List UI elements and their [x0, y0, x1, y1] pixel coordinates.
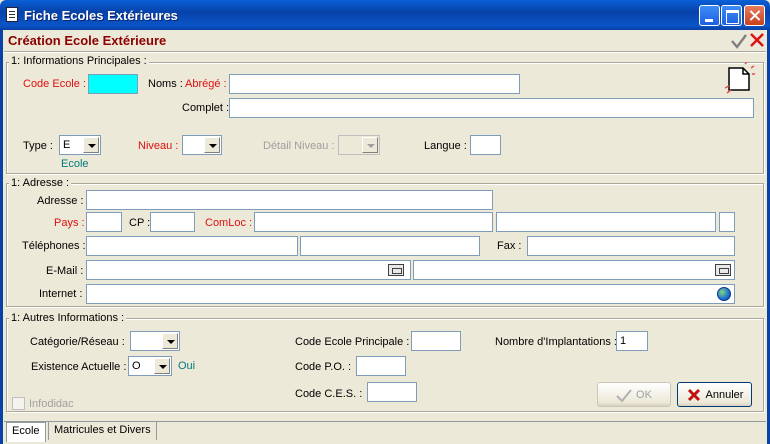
type-select[interactable]: E [59, 135, 101, 155]
niveau-label: Niveau : [138, 140, 179, 152]
globe-icon[interactable] [717, 287, 731, 301]
fax-input[interactable] [527, 236, 735, 256]
code-principale-label: Code Ecole Principale : [295, 336, 410, 348]
internet-input[interactable] [86, 284, 735, 304]
check-icon [616, 388, 632, 402]
chevron-down-icon [362, 137, 378, 153]
detail-niveau-label: Détail Niveau : [263, 140, 335, 152]
complet-label: Complet : [182, 102, 230, 114]
close-button[interactable] [744, 5, 765, 26]
cp-input[interactable] [150, 212, 195, 232]
telephone-2-input[interactable] [300, 236, 480, 256]
existence-label: Existence Actuelle : [31, 361, 127, 373]
type-caption: Ecole [61, 158, 89, 170]
code-ces-input[interactable] [367, 382, 417, 402]
code-po-label: Code P.O. : [295, 361, 352, 373]
pays-input[interactable] [86, 212, 122, 232]
infodidac-checkbox[interactable] [12, 397, 25, 410]
adresse-input[interactable] [86, 190, 493, 210]
code-ces-label: Code C.E.S. : [295, 388, 363, 400]
window-title: Fiche Ecoles Extérieures [24, 8, 178, 23]
form-title: Création Ecole Extérieure [8, 33, 167, 48]
chevron-down-icon[interactable] [154, 358, 170, 374]
abrege-label: Abrégé : [185, 78, 227, 90]
chevron-down-icon[interactable] [204, 137, 220, 153]
pays-label: Pays : [54, 217, 85, 229]
title-bar[interactable]: Fiche Ecoles Extérieures [0, 0, 770, 30]
new-document-icon[interactable] [725, 62, 755, 94]
categorie-select[interactable] [130, 331, 180, 351]
infodidac-label: Infodidac [29, 398, 74, 410]
group-title-principales: 1: Informations Principales : [9, 55, 149, 67]
comloc-input[interactable] [254, 212, 493, 232]
abrege-input[interactable] [229, 74, 520, 94]
annuler-button[interactable]: Annuler [677, 382, 752, 407]
comloc-code-input[interactable] [719, 212, 735, 232]
complet-input[interactable] [229, 98, 754, 118]
existence-caption: Oui [178, 360, 196, 372]
tab-ecole[interactable]: Ecole [6, 422, 46, 442]
group-title-adresse: 1: Adresse : [9, 177, 72, 189]
cancel-x-icon[interactable] [749, 32, 765, 48]
existence-select-value: O [132, 360, 141, 372]
telephones-label: Téléphones : [22, 240, 86, 252]
email-label: E-Mail : [46, 265, 84, 277]
comloc-label: ComLoc : [205, 217, 253, 229]
header-divider [4, 51, 766, 53]
langue-label: Langue : [424, 140, 467, 152]
comloc-detail-input[interactable] [496, 212, 716, 232]
email-2-input[interactable] [413, 260, 735, 280]
detail-niveau-select [338, 135, 380, 155]
email-envelope-icon[interactable] [388, 264, 404, 276]
annuler-button-label: Annuler [705, 388, 744, 401]
internet-label: Internet : [39, 288, 83, 300]
categorie-label: Catégorie/Réseau : [30, 336, 125, 348]
langue-input[interactable] [470, 135, 501, 155]
code-po-input[interactable] [356, 356, 406, 376]
ok-button[interactable]: OK [597, 382, 671, 407]
nb-implantations-input[interactable]: 1 [616, 331, 648, 351]
email-envelope-icon[interactable] [715, 264, 731, 276]
telephone-1-input[interactable] [86, 236, 298, 256]
cp-label: CP : [129, 217, 151, 229]
code-principale-input[interactable] [411, 331, 461, 351]
type-label: Type : [23, 140, 53, 152]
nb-implantations-label: Nombre d'Implantations : [495, 336, 617, 348]
chevron-down-icon[interactable] [83, 137, 99, 153]
fax-label: Fax : [497, 240, 522, 252]
code-ecole-label: Code Ecole : [23, 78, 86, 90]
chevron-down-icon[interactable] [162, 333, 178, 349]
noms-label: Noms : [148, 78, 183, 90]
code-ecole-input[interactable] [88, 74, 138, 94]
document-icon [6, 7, 18, 22]
ok-button-label: OK [636, 388, 652, 401]
validate-check-icon[interactable] [731, 33, 747, 49]
existence-select[interactable]: O [128, 356, 172, 376]
tab-matricules-divers[interactable]: Matricules et Divers [48, 421, 157, 440]
cancel-x-icon [687, 388, 700, 401]
window-frame-left [0, 30, 3, 444]
niveau-select[interactable] [182, 135, 222, 155]
minimize-button[interactable] [699, 5, 720, 26]
adresse-label: Adresse : [37, 195, 84, 207]
type-select-value: E [63, 139, 71, 151]
maximize-button[interactable] [721, 5, 742, 26]
group-title-autres: 1: Autres Informations : [9, 312, 127, 324]
email-1-input[interactable] [86, 260, 411, 280]
